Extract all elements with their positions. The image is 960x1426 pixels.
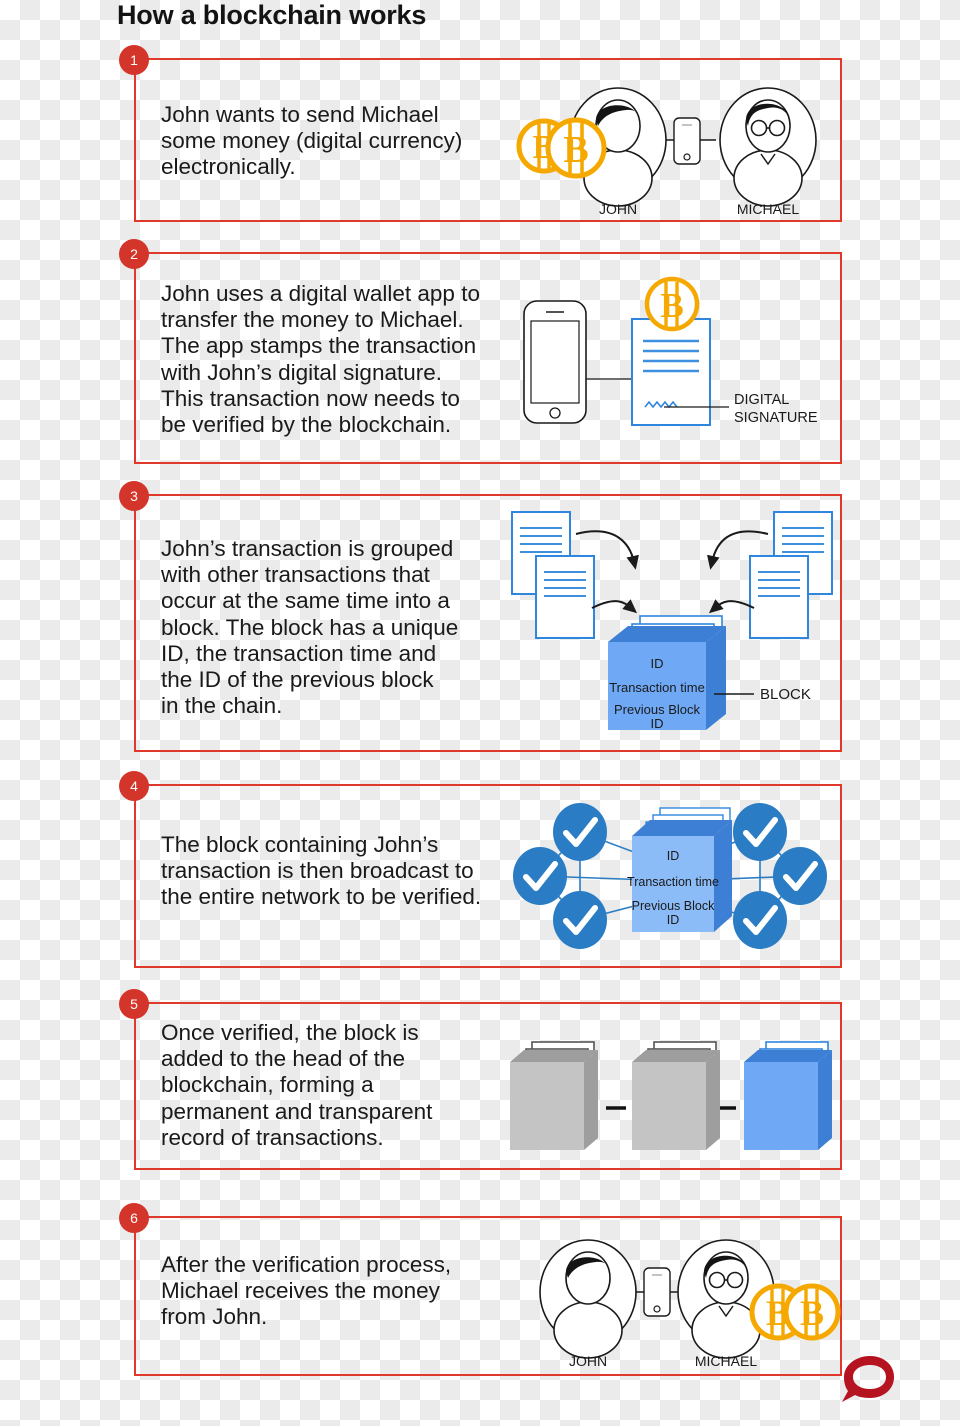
- label-john-1: JOHN: [599, 201, 637, 217]
- step-text-5: Once verified, the block is added to the…: [161, 1020, 433, 1150]
- block-blue-new: [744, 1041, 832, 1150]
- label-michael-6: MICHAEL: [695, 1353, 757, 1369]
- bitcoin-coins-john: B B: [516, 117, 607, 179]
- step-panel-1: 1 John wants to send Michael some money …: [119, 45, 842, 222]
- step-6-illustration: B B JOHN MICHAEL: [506, 1230, 846, 1370]
- avatar-michael: [719, 87, 817, 207]
- step-text-6: After the verification process, Michael …: [161, 1252, 452, 1330]
- label-michael-1: MICHAEL: [737, 201, 799, 217]
- step-4-illustration: ID Transaction time Previous Block ID: [510, 798, 830, 958]
- page-title: How a blockchain works: [117, 0, 427, 30]
- step-text-3: John’s transaction is grouped with other…: [161, 536, 459, 719]
- step-panel-4: 4 The block containing John’s transactio…: [119, 771, 842, 968]
- label-signature: SIGNATURE: [734, 410, 818, 426]
- label-block-time-3: Transaction time: [609, 680, 705, 695]
- label-john-6: JOHN: [569, 1353, 607, 1369]
- step-1-illustration: B B JOHN MICHAEL: [506, 78, 836, 218]
- step-badge-3: 3: [119, 481, 149, 511]
- block-gray-2: [632, 1041, 720, 1150]
- label-digital: DIGITAL: [734, 392, 789, 408]
- step-panel-2: 2 John uses a digital wallet app to tran…: [119, 239, 844, 464]
- label-block-prev-3: Previous Block: [614, 702, 700, 717]
- step-badge-2: 2: [119, 239, 149, 269]
- step-badge-4: 4: [119, 771, 149, 801]
- label-block-id-4: ID: [667, 849, 680, 863]
- step-badge-6: 6: [119, 1203, 149, 1233]
- avatar-john-6: [539, 1239, 637, 1359]
- step-text-2: John uses a digital wallet app to transf…: [161, 281, 480, 438]
- label-block-time-4: Transaction time: [627, 875, 719, 889]
- bitcoin-coins-michael: B B: [749, 1283, 841, 1341]
- label-block-callout: BLOCK: [760, 686, 811, 703]
- step-badge-1: 1: [119, 45, 149, 75]
- svg-text:B: B: [563, 129, 588, 171]
- step-2-illustration: B DIGITAL SIGNATURE: [514, 276, 844, 444]
- label-block-prev-id-4: ID: [667, 913, 680, 927]
- bitcoin-coin-step2: B: [644, 276, 700, 332]
- step-panel-3: 3 John’s transaction is grouped with oth…: [119, 481, 844, 752]
- svg-text:B: B: [800, 1293, 824, 1333]
- step-3-illustration: ID Transaction time Previous Block ID BL…: [504, 508, 844, 748]
- svg-text:B: B: [660, 286, 683, 325]
- step-panel-5: 5 Once verified, the block is added to t…: [119, 989, 844, 1170]
- label-block-prev-4: Previous Block: [632, 899, 715, 913]
- step-panel-6: 6 After the verification process, Michae…: [119, 1203, 842, 1376]
- blockchain-block-4: ID Transaction time Previous Block ID: [627, 820, 732, 932]
- step-text-1: John wants to send Michael some money (d…: [161, 102, 463, 180]
- flow-arrows: [575, 530, 769, 614]
- smartphone-icon: [523, 300, 587, 424]
- step-badge-5: 5: [119, 989, 149, 1019]
- label-block-id-3: ID: [651, 656, 664, 671]
- label-block-prev-id-3: ID: [651, 716, 664, 731]
- transaction-document: [631, 318, 711, 426]
- block-gray-1: [510, 1041, 598, 1150]
- the-conversation-logo: [836, 1352, 900, 1408]
- blockchain-block: ID Transaction time Previous Block ID: [608, 626, 726, 731]
- step-5-illustration: [504, 1028, 844, 1153]
- step-text-4: The block containing John’s transaction …: [161, 832, 482, 910]
